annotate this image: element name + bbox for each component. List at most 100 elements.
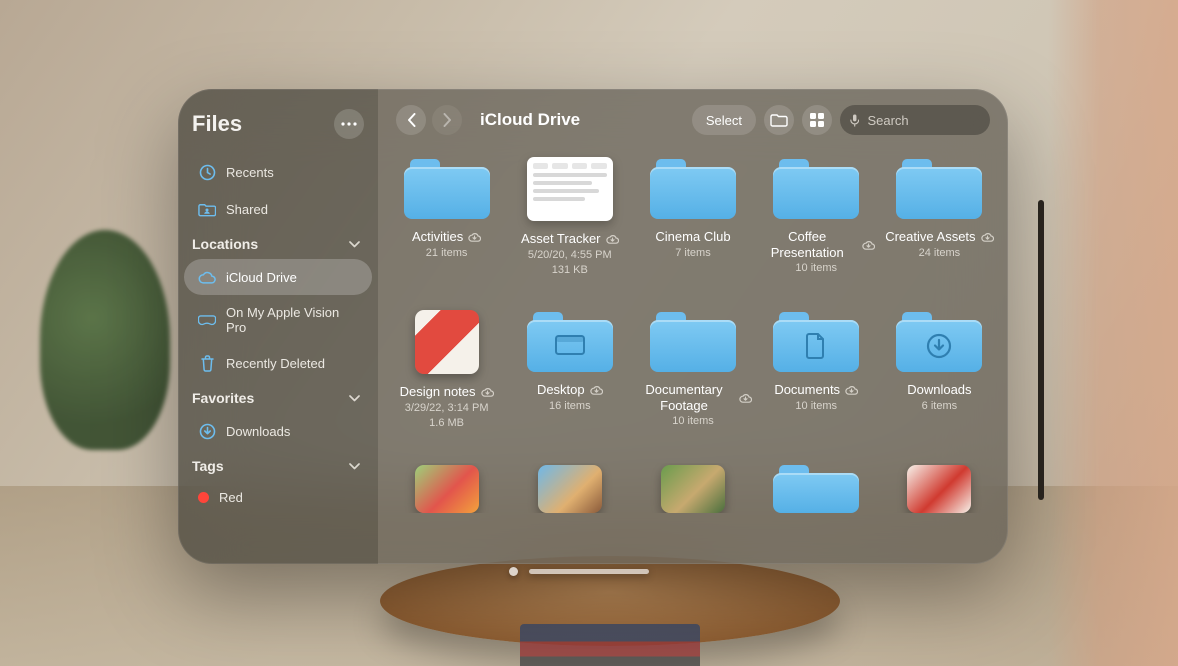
grid-item-downloads[interactable]: Downloads6 items (881, 310, 998, 431)
item-name: Coffee Presentation (758, 229, 857, 260)
item-meta: 21 items (426, 247, 468, 261)
cloud-download-icon (739, 393, 752, 403)
item-meta: 10 items (795, 262, 837, 276)
image-thumb (538, 465, 602, 513)
item-name: Desktop (537, 382, 585, 398)
grid-item-design-notes[interactable]: Design notes3/29/22, 3:14 PM1.6 MB (388, 310, 505, 431)
grid-item-asset-tracker[interactable]: Asset Tracker 5/20/20, 4:55 PM131 KB (511, 157, 628, 278)
items-grid: Activities 21 items Asset Tracker 5/20/20, … (378, 145, 1008, 564)
cloud-download-icon (468, 232, 481, 242)
room-plant (40, 230, 170, 450)
search-input[interactable] (867, 113, 976, 128)
vision-icon (198, 311, 216, 329)
sidebar-item-shared[interactable]: Shared (184, 191, 372, 227)
cloud-download-icon (981, 232, 994, 242)
item-meta: 10 items (672, 415, 714, 429)
item-meta: 24 items (919, 247, 961, 261)
folder-icon (650, 310, 736, 372)
item-meta: 131 KB (552, 264, 588, 278)
image-thumb (415, 310, 479, 374)
folder-icon (650, 157, 736, 219)
sidebar-item-label: Shared (226, 202, 268, 217)
cloud-download-icon (606, 234, 619, 244)
grid-icon (810, 113, 824, 127)
download-icon (198, 422, 216, 440)
grid-item-documentary-footage[interactable]: Documentary Footage10 items (634, 310, 751, 431)
folder-icon (773, 157, 859, 219)
shared-icon (198, 200, 216, 218)
clock-icon (198, 163, 216, 181)
folder-icon (404, 157, 490, 219)
nav-forward-button (432, 105, 462, 135)
item-meta: 5/20/20, 4:55 PM (528, 249, 612, 263)
sidebar-item-recently-deleted[interactable]: Recently Deleted (184, 345, 372, 381)
cloud-download-icon (862, 240, 875, 250)
item-name: Design notes (400, 384, 476, 400)
grid-item-documents[interactable]: Documents10 items (758, 310, 875, 431)
sidebar-item-label: Recents (226, 165, 274, 180)
room-coatstand (1008, 200, 1078, 500)
folder-icon (896, 310, 982, 372)
cloud-download-icon (481, 387, 494, 397)
item-meta: 7 items (675, 247, 710, 261)
chevron-down-icon (349, 463, 360, 470)
grid-item-creative-assets[interactable]: Creative Assets24 items (881, 157, 998, 278)
breadcrumb-title: iCloud Drive (480, 110, 580, 130)
item-meta: 16 items (549, 400, 591, 414)
view-mode-button[interactable] (802, 105, 832, 135)
item-name: Asset Tracker (521, 231, 600, 247)
item-name: Cinema Club (655, 229, 730, 245)
new-folder-button[interactable] (764, 105, 794, 135)
grid-item-activities[interactable]: Activities 21 items (388, 157, 505, 278)
image-thumb (415, 465, 479, 513)
app-title: Files (192, 111, 242, 137)
grid-item-cinema-club[interactable]: Cinema Club 7 items (634, 157, 751, 278)
spreadsheet-thumb (527, 157, 613, 221)
tag-dot-icon (198, 492, 209, 503)
grid-item-coffee-presentation[interactable]: Coffee Presentation 10 items (758, 157, 875, 278)
grid-item[interactable] (881, 463, 998, 513)
select-button[interactable]: Select (692, 105, 756, 135)
grid-item[interactable] (511, 463, 628, 513)
section-header-tags[interactable]: Tags (178, 450, 378, 480)
section-header-locations[interactable]: Locations (178, 228, 378, 258)
grid-item-desktop[interactable]: Desktop 16 items (511, 310, 628, 431)
section-title: Locations (192, 236, 258, 252)
search-field[interactable] (840, 105, 990, 135)
icloud-icon (198, 268, 216, 286)
cloud-download-icon (590, 385, 603, 395)
sidebar-item-red[interactable]: Red (184, 481, 372, 514)
sidebar-item-label: On My Apple Vision Pro (226, 305, 358, 335)
room-books (520, 624, 700, 666)
chevron-down-icon (349, 241, 360, 248)
content-area: iCloud Drive Select Activities 21 items As… (378, 89, 1008, 564)
folder-icon (773, 310, 859, 372)
sidebar-item-recents[interactable]: Recents (184, 154, 372, 190)
window-close-handle[interactable] (509, 567, 518, 576)
folder-icon (773, 463, 859, 513)
sidebar-item-icloud-drive[interactable]: iCloud Drive (184, 259, 372, 295)
grid-item[interactable] (388, 463, 505, 513)
sidebar-item-label: Red (219, 490, 243, 505)
window-move-handle[interactable] (529, 569, 649, 574)
sidebar-item-label: iCloud Drive (226, 270, 297, 285)
nav-back-button[interactable] (396, 105, 426, 135)
chevron-down-icon (349, 395, 360, 402)
grid-item[interactable] (758, 463, 875, 513)
toolbar: iCloud Drive Select (378, 89, 1008, 145)
chevron-left-icon (407, 113, 416, 127)
sidebar: Files Recents Shared Locations iCloud Driv… (178, 89, 378, 564)
section-header-favorites[interactable]: Favorites (178, 382, 378, 412)
sidebar-item-label: Downloads (226, 424, 290, 439)
trash-icon (198, 354, 216, 372)
cloud-download-icon (845, 385, 858, 395)
item-meta: 6 items (922, 400, 957, 414)
more-button[interactable] (334, 109, 364, 139)
sidebar-item-on-my-apple-vision-pro[interactable]: On My Apple Vision Pro (184, 296, 372, 344)
grid-item[interactable] (634, 463, 751, 513)
sidebar-item-downloads[interactable]: Downloads (184, 413, 372, 449)
item-name: Activities (412, 229, 463, 245)
files-window: Files Recents Shared Locations iCloud Driv… (178, 89, 1008, 564)
item-meta: 3/29/22, 3:14 PM (405, 402, 489, 416)
item-meta: 10 items (795, 400, 837, 414)
